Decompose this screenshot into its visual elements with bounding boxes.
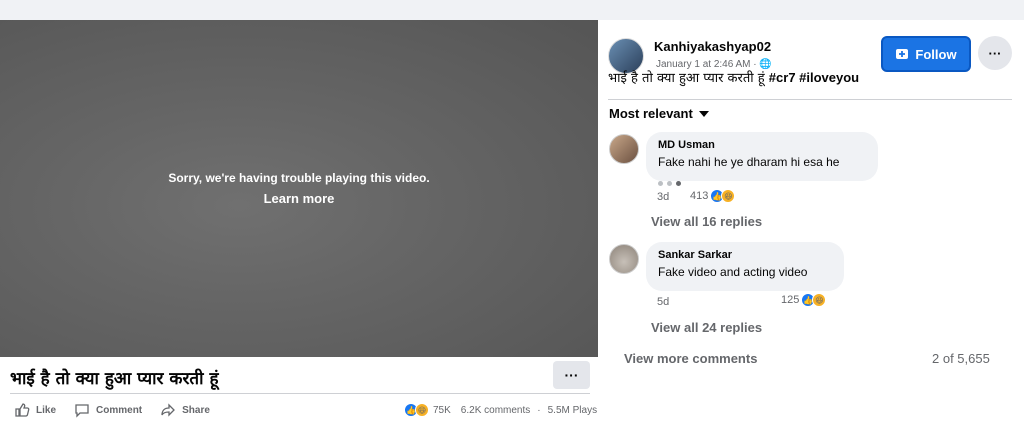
chevron-down-icon [698, 110, 709, 117]
post-hashtags[interactable]: #cr7 #iloveyou [769, 70, 859, 85]
learn-more-link[interactable]: Learn more [0, 191, 598, 206]
play-count: 5.5M Plays [547, 404, 598, 416]
commenter-name[interactable]: Sankar Sarkar [658, 249, 832, 261]
haha-reaction-icon: 😆 [415, 403, 429, 417]
video-player[interactable]: Sorry, we're having trouble playing this… [0, 20, 598, 357]
divider [10, 393, 590, 394]
reaction-count[interactable]: 75K [433, 405, 451, 416]
comment-reaction-count: 413 [690, 190, 709, 202]
sort-dropdown[interactable]: Most relevant [609, 106, 709, 121]
commenter-avatar[interactable] [609, 244, 639, 274]
view-replies-link[interactable]: View all 24 replies [651, 320, 762, 335]
like-label: Like [36, 404, 57, 416]
post-text-hindi: भाई है तो क्या हुआ प्यार करती हूं [608, 71, 769, 86]
divider [608, 99, 1012, 100]
post-text: भाई है तो क्या हुआ प्यार करती हूं #cr7 #… [608, 68, 859, 86]
comment-reaction-count: 125 [781, 294, 800, 306]
sort-label: Most relevant [609, 106, 693, 121]
add-friend-icon [896, 49, 909, 59]
top-strip [0, 0, 1024, 20]
comment-label: Comment [96, 404, 143, 416]
comment-text: Fake video and acting video [658, 265, 808, 279]
reaction-icons[interactable]: 👍 😆 [404, 403, 429, 417]
share-button[interactable]: Share [160, 402, 210, 418]
follow-button[interactable]: Follow [881, 36, 971, 72]
video-caption: भाई है तो क्या हुआ प्यार करती हूं [10, 369, 219, 389]
video-error-text: Sorry, we're having trouble playing this… [168, 171, 430, 185]
post-stats: 👍 😆 75K 6.2K comments · 5.5M Plays [404, 403, 597, 417]
share-icon [161, 403, 176, 417]
comment-bubble: MD Usman Fake nahi he ye dharam hi esa h… [646, 132, 878, 181]
comment-page-count: 2 of 5,655 [932, 351, 990, 366]
comment-icon [75, 404, 89, 418]
haha-reaction-icon: 😆 [721, 189, 736, 203]
comment-age[interactable]: 5d [657, 296, 669, 308]
comment-reactions[interactable]: 125 👍 😆 [781, 293, 827, 307]
comment-age[interactable]: 3d [657, 191, 669, 203]
comment-button[interactable]: Comment [74, 402, 142, 418]
commenter-name[interactable]: MD Usman [658, 139, 866, 151]
action-bar: Like Comment Share [14, 402, 210, 418]
comment-count[interactable]: 6.2K comments [461, 405, 530, 416]
share-label: Share [182, 404, 210, 416]
stats-separator: · [537, 404, 541, 416]
comment-bubble: Sankar Sarkar Fake video and acting vide… [646, 242, 844, 291]
haha-reaction-icon: 😆 [812, 293, 827, 307]
author-name[interactable]: Kanhiyakashyap02 [654, 39, 771, 54]
thumbs-up-icon [15, 403, 30, 417]
view-replies-link[interactable]: View all 16 replies [651, 214, 762, 229]
reaction-icons: 👍 😆 [710, 189, 736, 203]
typing-dots [658, 181, 681, 186]
commenter-avatar[interactable] [609, 134, 639, 164]
view-more-comments-link[interactable]: View more comments [624, 351, 757, 366]
comment-reactions[interactable]: 413 👍 😆 [690, 189, 736, 203]
reaction-icons: 👍 😆 [801, 293, 827, 307]
follow-label: Follow [915, 46, 957, 62]
like-button[interactable]: Like [14, 402, 56, 418]
video-more-button[interactable]: ··· [553, 361, 590, 389]
post-more-button[interactable]: ··· [978, 36, 1012, 70]
comments-panel: Kanhiyakashyap02 January 1 at 2:46 AM · … [598, 20, 1024, 439]
comment-text: Fake nahi he ye dharam hi esa he [658, 155, 840, 169]
